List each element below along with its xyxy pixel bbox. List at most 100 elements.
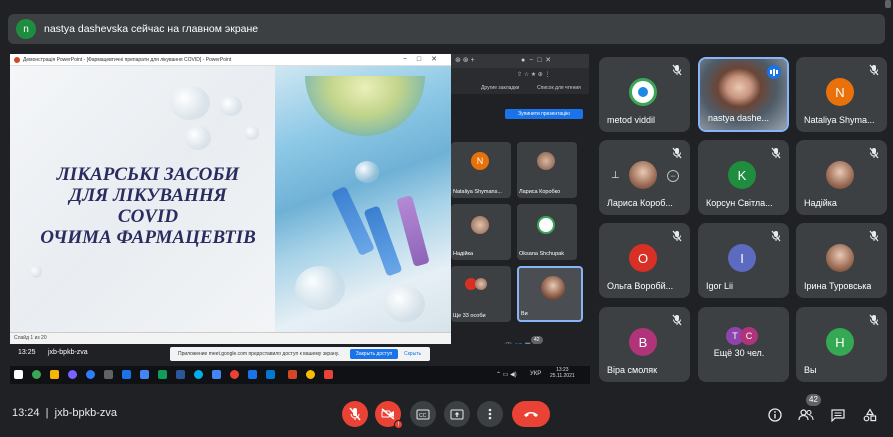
mic-off-icon [349, 407, 361, 421]
mic-off-icon [869, 314, 879, 326]
banner-text: nastya dashevska сейчас на главном экран… [44, 23, 259, 35]
mic-off-icon [672, 64, 682, 76]
mic-off-icon [869, 147, 879, 159]
hide-button[interactable]: Скрыть [404, 347, 421, 361]
participant-name: Igor Lii [706, 281, 734, 291]
leave-call-button[interactable] [512, 401, 550, 427]
activities-button[interactable] [860, 405, 880, 425]
embedded-people-badge: 42 [531, 336, 543, 344]
app-icon [140, 370, 149, 379]
participant-tile[interactable]: Ірина Туровська [796, 223, 887, 298]
remove-icon[interactable]: − [667, 170, 679, 182]
viber-icon [68, 370, 77, 379]
mic-status [670, 63, 684, 77]
meeting-time-code: 13:24 | jxb-bpkb-zva [12, 407, 117, 419]
slide-image [275, 66, 451, 332]
mic-status [670, 146, 684, 160]
participant-name: Nataliya Shyma... [804, 115, 875, 125]
scrollbar[interactable] [885, 0, 891, 8]
powerpoint-icon [288, 370, 297, 379]
participant-avatar: О [629, 244, 657, 272]
app-icon [212, 370, 221, 379]
taskbar-lang: УКР [530, 371, 542, 377]
present-icon [450, 409, 464, 419]
presenting-banner: n nastya dashevska сейчас на главном экр… [8, 14, 885, 44]
mic-status [867, 313, 881, 327]
participant-name: nastya dashe... [708, 113, 770, 123]
captions-button[interactable]: CC [410, 401, 436, 427]
app-icon [248, 370, 257, 379]
slide-title: ЛІКАРСЬКІ ЗАСОБИ ДЛЯ ЛІКУВАННЯ COVID ОЧИ… [40, 164, 256, 248]
slide: ЛІКАРСЬКІ ЗАСОБИ ДЛЯ ЛІКУВАННЯ COVID ОЧИ… [10, 66, 451, 332]
mic-status [867, 229, 881, 243]
pin-icon[interactable]: ⊥ [611, 170, 620, 181]
participant-tile[interactable]: metod viddil [599, 57, 690, 132]
svg-text:CC: CC [419, 413, 427, 419]
participant-name: Ірина Туровська [804, 281, 872, 291]
meeting-details-button[interactable] [765, 405, 785, 425]
org-logo-icon [629, 78, 657, 106]
embedded-tile: Ще 33 особи [451, 266, 511, 322]
skype-icon [194, 370, 203, 379]
app-icon [158, 370, 167, 379]
participant-tile[interactable]: Надійка [796, 140, 887, 215]
mic-toggle-button[interactable] [342, 401, 368, 427]
tray-icons: ⌃ ▭ ◀) [496, 372, 517, 378]
participant-name: Вы [804, 365, 817, 375]
activities-icon [863, 408, 877, 422]
word-icon [176, 370, 185, 379]
participant-name: Лариса Короб... [607, 198, 673, 208]
windows-icon [14, 370, 23, 379]
screenshare-notification: Приложение meet.google.com предоставило … [170, 347, 430, 361]
windows-taskbar: ⌃ ▭ ◀) УКР 13:23 25.11.2021 [10, 366, 590, 384]
embedded-tile: Надійка [451, 204, 511, 260]
chat-icon [831, 408, 845, 422]
mic-status [670, 313, 684, 327]
chrome-icon [306, 370, 315, 379]
participant-tile[interactable]: I Igor Lii [698, 223, 789, 298]
app-icon [32, 370, 41, 379]
more-options-button[interactable] [477, 401, 503, 427]
embedded-stop-present-button[interactable]: Зупинити презентацію [505, 109, 583, 119]
embedded-tile: N Nataliya Shymans... [451, 142, 511, 198]
participant-tile[interactable]: ⊥ − Лариса Короб... [599, 140, 690, 215]
embedded-tile: Oksana Shchupak [517, 204, 577, 260]
app-icon [266, 370, 275, 379]
embedded-tabs: ⊛ ⊛ + ● − □ ✕ [451, 54, 589, 68]
people-icon [798, 409, 814, 421]
chat-button[interactable] [828, 405, 848, 425]
mic-off-icon [869, 64, 879, 76]
window-controls[interactable]: −□✕ [403, 55, 447, 63]
mic-status [670, 229, 684, 243]
mic-off-icon [869, 230, 879, 242]
app-icon [104, 370, 113, 379]
participant-tile[interactable]: nastya dashe... [698, 57, 789, 132]
participant-photo [629, 161, 657, 189]
app-icon [122, 370, 131, 379]
participant-tile[interactable]: T C Ещё 30 чел. [698, 307, 789, 382]
mic-off-icon [771, 147, 781, 159]
embedded-tile-self: Ви [517, 266, 583, 322]
present-button[interactable] [444, 401, 470, 427]
participant-name: metod viddil [607, 115, 656, 125]
taskbar-clock: 13:23 25.11.2021 [550, 367, 575, 379]
participant-tile[interactable]: О Ольга Воробй... [599, 223, 690, 298]
presentation-window: Демонстрація PowerPoint - [Фармацевтичні… [10, 54, 451, 344]
participant-tile[interactable]: H Вы [796, 307, 887, 382]
folder-icon [50, 370, 59, 379]
camera-off-icon [381, 408, 395, 420]
stop-sharing-button[interactable]: Закрыть доступ [350, 349, 398, 359]
mic-status [769, 229, 783, 243]
mic-status [769, 146, 783, 160]
participant-avatar: H [826, 328, 854, 356]
participant-tile[interactable]: K Корсун Світла... [698, 140, 789, 215]
edge-icon [86, 370, 95, 379]
participant-tile[interactable]: В Віра смоляк [599, 307, 690, 382]
embedded-meet: ⊛ ⊛ + ● − □ ✕ ⇧ ☆ ★ ⊕ ⋮ Другие закладки … [451, 54, 589, 350]
participant-name: Корсун Світла... [706, 198, 773, 208]
participant-photo [826, 244, 854, 272]
participant-tile[interactable]: N Nataliya Shyma... [796, 57, 887, 132]
ppt-statusbar: Слайд 1 из 20 [10, 332, 451, 344]
people-button[interactable] [796, 405, 816, 425]
camera-toggle-button[interactable]: ! [375, 401, 403, 429]
